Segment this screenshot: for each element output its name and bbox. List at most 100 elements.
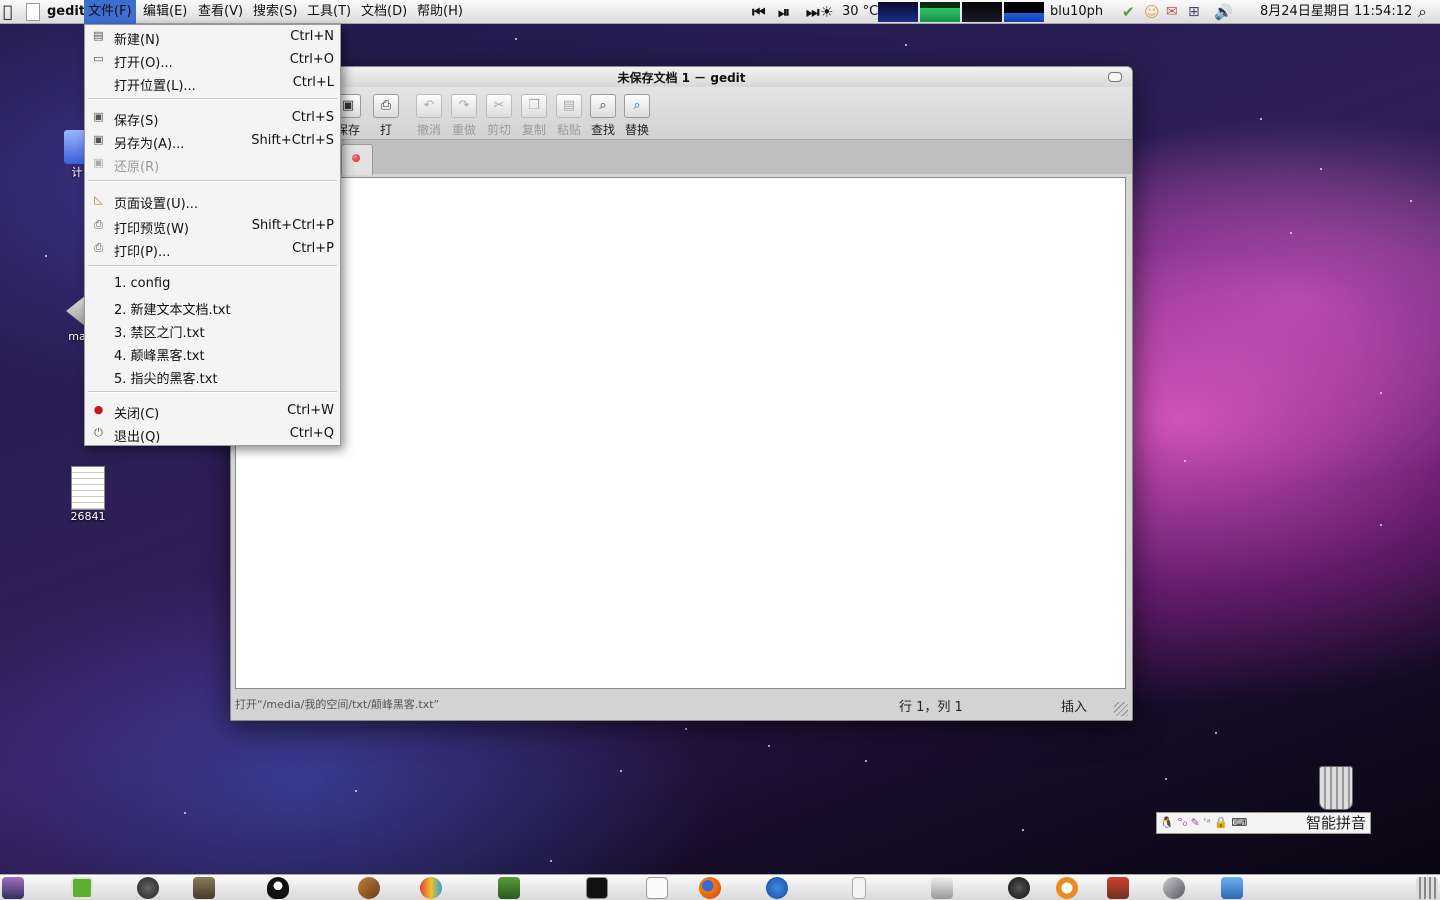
menu-item-print[interactable]: ⎙ 打印(P)... Ctrl+P [85,238,340,260]
undo-icon: ↶ [416,94,442,118]
menu-item-revert: ▣ 还原(R) [85,153,340,175]
ime-punct-icon[interactable]: 'ᵃ [1203,816,1210,829]
menu-item-save-as[interactable]: ▣ 另存为(A)... Shift+Ctrl+S [85,130,340,152]
menu-item-open-location[interactable]: 打开位置(L)... Ctrl+L [85,72,340,94]
menu-item-recent-2[interactable]: 2. 新建文本文档.txt [85,296,340,318]
menu-item-label: 打印(P)... [114,245,171,260]
menu-item-save[interactable]: ▣ 保存(S) Ctrl+S [85,107,340,129]
menu-item-label: 新建(N) [114,33,160,48]
dock-text-editor-icon[interactable] [646,877,668,899]
dock-gimp-icon[interactable] [193,877,215,899]
apple-menu-icon[interactable]:  [3,0,13,24]
ime-keyboard-icon[interactable]: ⌨ [1231,816,1247,829]
dock-terminal-green-icon[interactable] [71,877,93,899]
toolbar-undo-button[interactable]: ↶ 撤消 [412,94,446,138]
toolbar-label: 粘贴 [556,123,581,137]
menu-item-close[interactable]: ● 关闭(C) Ctrl+W [85,400,340,422]
save-as-icon: ▣ [93,133,104,146]
dock-desktop-icon[interactable] [2,877,24,899]
spotlight-search-icon[interactable]: ⌕ [1418,0,1427,24]
document-tab[interactable] [341,144,373,175]
new-document-icon: ▤ [93,29,104,42]
menu-item-quit[interactable]: ⏻ 退出(Q) Ctrl+Q [85,423,340,445]
toolbar-find-button[interactable]: ⌕ 查找 [586,94,620,138]
desktop-icon-label: 计 [71,166,83,179]
find-icon: ⌕ [590,94,616,118]
update-check-icon[interactable]: ✔ [1122,0,1135,24]
dock-aptitude-icon[interactable] [766,877,788,899]
dock-trash-icon[interactable] [1416,877,1438,899]
menu-item-label: 关闭(C) [114,407,160,422]
toolbar-label: 复制 [521,123,546,137]
media-next-icon[interactable]: ⏭ [806,0,820,24]
menu-item-recent-3[interactable]: 3. 禁区之门.txt [85,319,340,341]
toolbar-cut-button[interactable]: ✂ 剪切 [482,94,516,138]
menu-item-open[interactable]: ▭ 打开(O)... Ctrl+O [85,49,340,71]
menu-edit[interactable]: 编辑(E) [139,0,191,24]
menu-item-page-setup[interactable]: ◺ 页面设置(U)... [85,190,340,212]
dock-archive-icon[interactable] [1107,877,1129,899]
menu-file[interactable]: 文件(F) [84,0,136,24]
username[interactable]: blu10ph [1050,0,1103,24]
menu-item-print-preview[interactable]: ⎙ 打印预览(W) Shift+Ctrl+P [85,215,340,237]
clock[interactable]: 8月24日星期日 11:54:12 [1260,0,1412,24]
save-icon: ▣ [93,110,104,123]
menu-item-shortcut: Ctrl+N [290,29,334,44]
close-icon: ● [93,403,104,416]
volume-icon[interactable]: 🔊 [1214,0,1233,24]
dock-guitar-icon[interactable] [358,877,380,899]
dock-screen-icon[interactable] [1221,877,1243,899]
toolbar-replace-button[interactable]: ⌕ 替换 [620,94,654,138]
menu-search[interactable]: 搜索(S) [249,0,301,24]
print-icon: ⎙ [373,94,399,118]
media-play-icon[interactable]: ⏯ [778,0,790,24]
dock-terminal-icon[interactable] [586,877,608,899]
menu-item-label: 另存为(A)... [114,137,185,152]
chat-icon[interactable]: ✉ [1166,0,1178,24]
menu-item-recent-4[interactable]: 4. 颠峰黑客.txt [85,342,340,364]
menu-documents[interactable]: 文档(D) [357,0,411,24]
menu-separator [88,98,337,100]
desktop-icon-textfile[interactable]: 26841 [66,466,110,523]
menu-item-label: 5. 指尖的黑客.txt [114,372,218,387]
page-setup-icon: ◺ [94,193,103,206]
dock-film-icon[interactable] [137,877,159,899]
open-icon: ▭ [93,52,104,65]
menu-item-shortcut: Shift+Ctrl+S [251,133,334,148]
dock-books-icon[interactable] [498,877,520,899]
maximize-button[interactable] [1108,72,1122,82]
network-icon[interactable]: ⊞ [1188,0,1200,24]
window-titlebar[interactable]: 未保存文档 1 － gedit [231,67,1132,87]
toolbar-paste-button[interactable]: ▤ 粘贴 [552,94,586,138]
menu-tools[interactable]: 工具(T) [303,0,355,24]
menu-item-label: 2. 新建文本文档.txt [114,303,231,318]
ime-toolbar[interactable]: 🐧 °₀ ✎ 'ᵃ 🔒 ⌨ 智能拼音 [1156,812,1371,834]
dock-butterfly-icon[interactable] [420,877,442,899]
dock-printer-icon[interactable] [931,877,953,899]
media-prev-icon[interactable]: ⏮ [752,0,766,24]
ime-penguin-icon[interactable]: 🐧 [1160,816,1174,829]
dock-qq-icon[interactable] [267,877,289,899]
messenger-icon[interactable]: ☺ [1144,0,1160,24]
menu-item-recent-5[interactable]: 5. 指尖的黑客.txt [85,365,340,387]
dock-chat-icon[interactable] [1008,877,1030,899]
dock-tools-icon[interactable] [1163,877,1185,899]
dock-update-icon[interactable] [1056,877,1078,899]
ime-lock-icon[interactable]: 🔒 [1214,816,1228,829]
desktop-icon-trash[interactable] [1314,766,1358,810]
print-icon: ⎙ [94,241,103,254]
tab-close-icon[interactable] [352,154,360,162]
menu-help[interactable]: 帮助(H) [413,0,467,24]
ime-mode-icon[interactable]: °₀ [1177,816,1187,829]
toolbar-redo-button[interactable]: ↷ 重做 [447,94,481,138]
menu-item-recent-1[interactable]: 1. config [85,273,340,295]
toolbar-copy-button[interactable]: ❐ 复制 [517,94,551,138]
dock-ipod-icon[interactable] [852,877,866,899]
text-editor-area[interactable] [235,177,1126,689]
toolbar-label: 替换 [624,123,649,137]
menu-item-new[interactable]: ▤ 新建(N) Ctrl+N [85,26,340,48]
resize-grip[interactable] [1114,702,1128,716]
dock-firefox-icon[interactable] [699,877,721,899]
ime-pen-icon[interactable]: ✎ [1191,816,1200,829]
menu-view[interactable]: 查看(V) [194,0,247,24]
